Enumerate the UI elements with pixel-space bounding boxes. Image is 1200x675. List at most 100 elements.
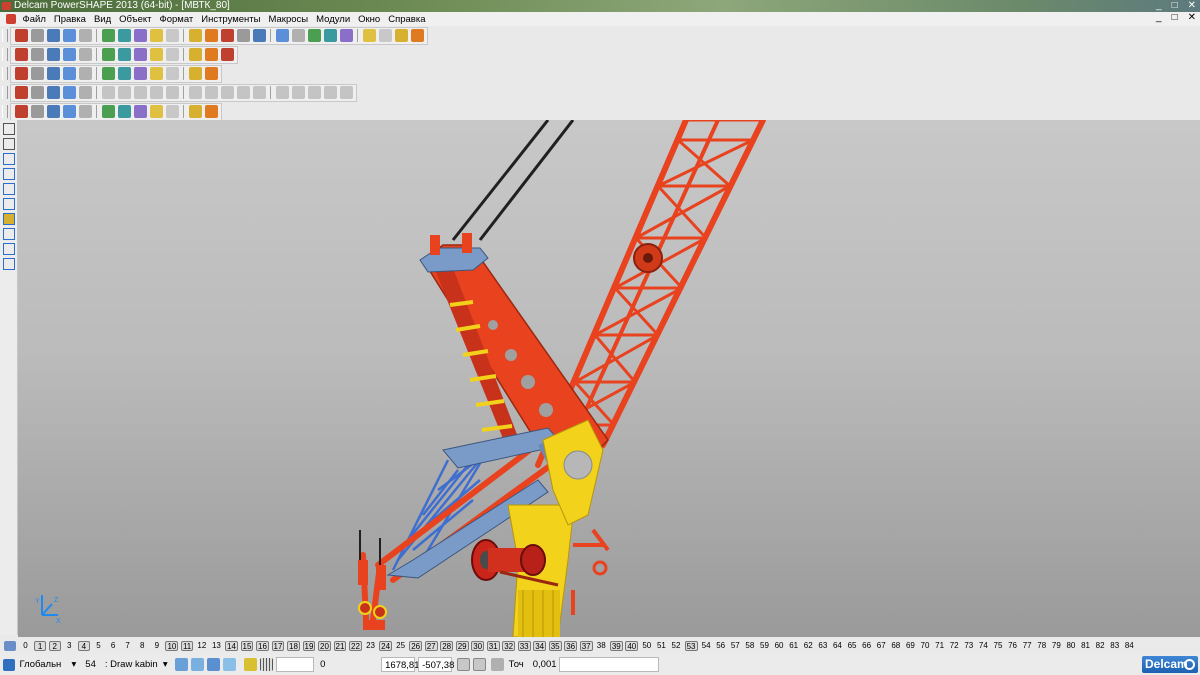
- pattern-icon[interactable]: [204, 86, 218, 99]
- level-button[interactable]: 66: [861, 641, 873, 651]
- blend-icon[interactable]: [62, 86, 76, 99]
- level-button[interactable]: 35: [548, 641, 562, 651]
- level-button[interactable]: 29: [455, 641, 469, 651]
- scale-icon[interactable]: [236, 86, 250, 99]
- level-button[interactable]: 61: [788, 641, 800, 651]
- cone-icon[interactable]: [62, 67, 76, 80]
- menu-file[interactable]: Файл: [19, 14, 50, 25]
- shell-icon[interactable]: [78, 86, 92, 99]
- level-button[interactable]: 50: [641, 641, 653, 651]
- blank-field[interactable]: [276, 657, 315, 672]
- menu-help[interactable]: Справка: [384, 14, 429, 25]
- sketch-icon[interactable]: [2, 258, 15, 270]
- level-button[interactable]: 63: [817, 641, 829, 651]
- solid-icon[interactable]: [2, 213, 15, 225]
- level-button[interactable]: 15: [240, 641, 254, 651]
- draft-icon[interactable]: [149, 86, 163, 99]
- undo-icon[interactable]: [188, 29, 202, 42]
- level-button[interactable]: 28: [440, 641, 454, 651]
- level-button[interactable]: 56: [715, 641, 727, 651]
- mirror-icon[interactable]: [220, 86, 234, 99]
- doc-icon[interactable]: [14, 67, 28, 80]
- axis-icon[interactable]: [30, 105, 44, 118]
- printer-icon[interactable]: [491, 658, 505, 671]
- level-button[interactable]: 10: [165, 641, 179, 651]
- view-iso-icon[interactable]: [191, 658, 205, 671]
- level-button[interactable]: 83: [1109, 641, 1121, 651]
- arc-icon[interactable]: [2, 168, 15, 180]
- level-button[interactable]: 5: [92, 641, 104, 651]
- delete-icon[interactable]: [165, 29, 179, 42]
- wireframe-icon[interactable]: [394, 29, 408, 42]
- level-button[interactable]: 1: [34, 641, 47, 651]
- feature-icon[interactable]: [307, 86, 321, 99]
- select-lasso-icon[interactable]: [275, 29, 289, 42]
- menu-macros[interactable]: Макросы: [265, 14, 313, 25]
- level-button[interactable]: 77: [1021, 641, 1033, 651]
- select-window-icon[interactable]: [252, 29, 266, 42]
- info-icon[interactable]: [165, 67, 179, 80]
- play-icon[interactable]: [101, 67, 115, 80]
- view-iso-icon[interactable]: [62, 48, 76, 61]
- color-icon[interactable]: [78, 67, 92, 80]
- menu-window[interactable]: Окно: [354, 14, 384, 25]
- zoom-box-icon[interactable]: [133, 48, 147, 61]
- level-button[interactable]: 23: [365, 641, 377, 651]
- extrude-icon[interactable]: [14, 86, 28, 99]
- ruler-icon[interactable]: [410, 29, 424, 42]
- close-button[interactable]: ✕: [1188, 0, 1196, 12]
- box-icon[interactable]: [78, 105, 92, 118]
- polygon-icon[interactable]: [2, 198, 15, 210]
- view-right-icon[interactable]: [46, 48, 60, 61]
- level-button[interactable]: 22: [349, 641, 362, 651]
- layers-icon[interactable]: [378, 29, 392, 42]
- level-button[interactable]: 67: [875, 641, 887, 651]
- zoom-icon[interactable]: [307, 29, 321, 42]
- sweep-icon[interactable]: [46, 86, 60, 99]
- ramp-icon[interactable]: [117, 67, 131, 80]
- snap-icon[interactable]: [243, 658, 257, 671]
- maximize-button[interactable]: □: [1172, 0, 1178, 12]
- view-iso2-icon[interactable]: [78, 48, 92, 61]
- grid-snap-icon[interactable]: [472, 658, 486, 671]
- level-button[interactable]: 57: [729, 641, 741, 651]
- measure-icon[interactable]: [149, 105, 163, 118]
- level-button[interactable]: 84: [1123, 641, 1135, 651]
- toolbar-grip[interactable]: [2, 29, 8, 42]
- section-icon[interactable]: [133, 105, 147, 118]
- chevron-down-icon[interactable]: ▾: [72, 659, 77, 670]
- level-button[interactable]: 74: [977, 641, 989, 651]
- new-icon[interactable]: [14, 29, 28, 42]
- menu-tools[interactable]: Инструменты: [197, 14, 264, 25]
- level-button[interactable]: 59: [758, 641, 770, 651]
- weight-icon[interactable]: [188, 105, 202, 118]
- offset-icon[interactable]: [252, 86, 266, 99]
- check-icon[interactable]: [165, 105, 179, 118]
- level-button[interactable]: 2: [48, 641, 61, 651]
- level-button[interactable]: 11: [180, 641, 194, 651]
- level-button[interactable]: 80: [1065, 641, 1077, 651]
- menu-edit[interactable]: Правка: [50, 14, 90, 25]
- level-button[interactable]: 76: [1007, 641, 1019, 651]
- level-button[interactable]: 13: [210, 641, 222, 651]
- open-icon[interactable]: [30, 29, 44, 42]
- level-button[interactable]: 73: [963, 641, 975, 651]
- save-icon[interactable]: [46, 29, 60, 42]
- level-button[interactable]: 78: [1036, 641, 1048, 651]
- zoom-fit-icon[interactable]: [117, 48, 131, 61]
- doc-restore-button[interactable]: □: [1172, 12, 1178, 23]
- gear-icon[interactable]: [204, 105, 218, 118]
- level-button[interactable]: 62: [802, 641, 814, 651]
- view-cube-icon[interactable]: [175, 658, 189, 671]
- level-button[interactable]: 39: [609, 641, 623, 651]
- level-button[interactable]: 33: [517, 641, 531, 651]
- level-button[interactable]: 81: [1080, 641, 1092, 651]
- view-solid-icon[interactable]: [223, 658, 237, 671]
- frame-icon[interactable]: [149, 67, 163, 80]
- trim-icon[interactable]: [275, 86, 289, 99]
- line-icon[interactable]: [2, 153, 15, 165]
- assembly-icon[interactable]: [14, 105, 28, 118]
- document-icon[interactable]: [5, 14, 16, 24]
- import-icon[interactable]: [101, 29, 115, 42]
- cut-solid-icon[interactable]: [165, 86, 179, 99]
